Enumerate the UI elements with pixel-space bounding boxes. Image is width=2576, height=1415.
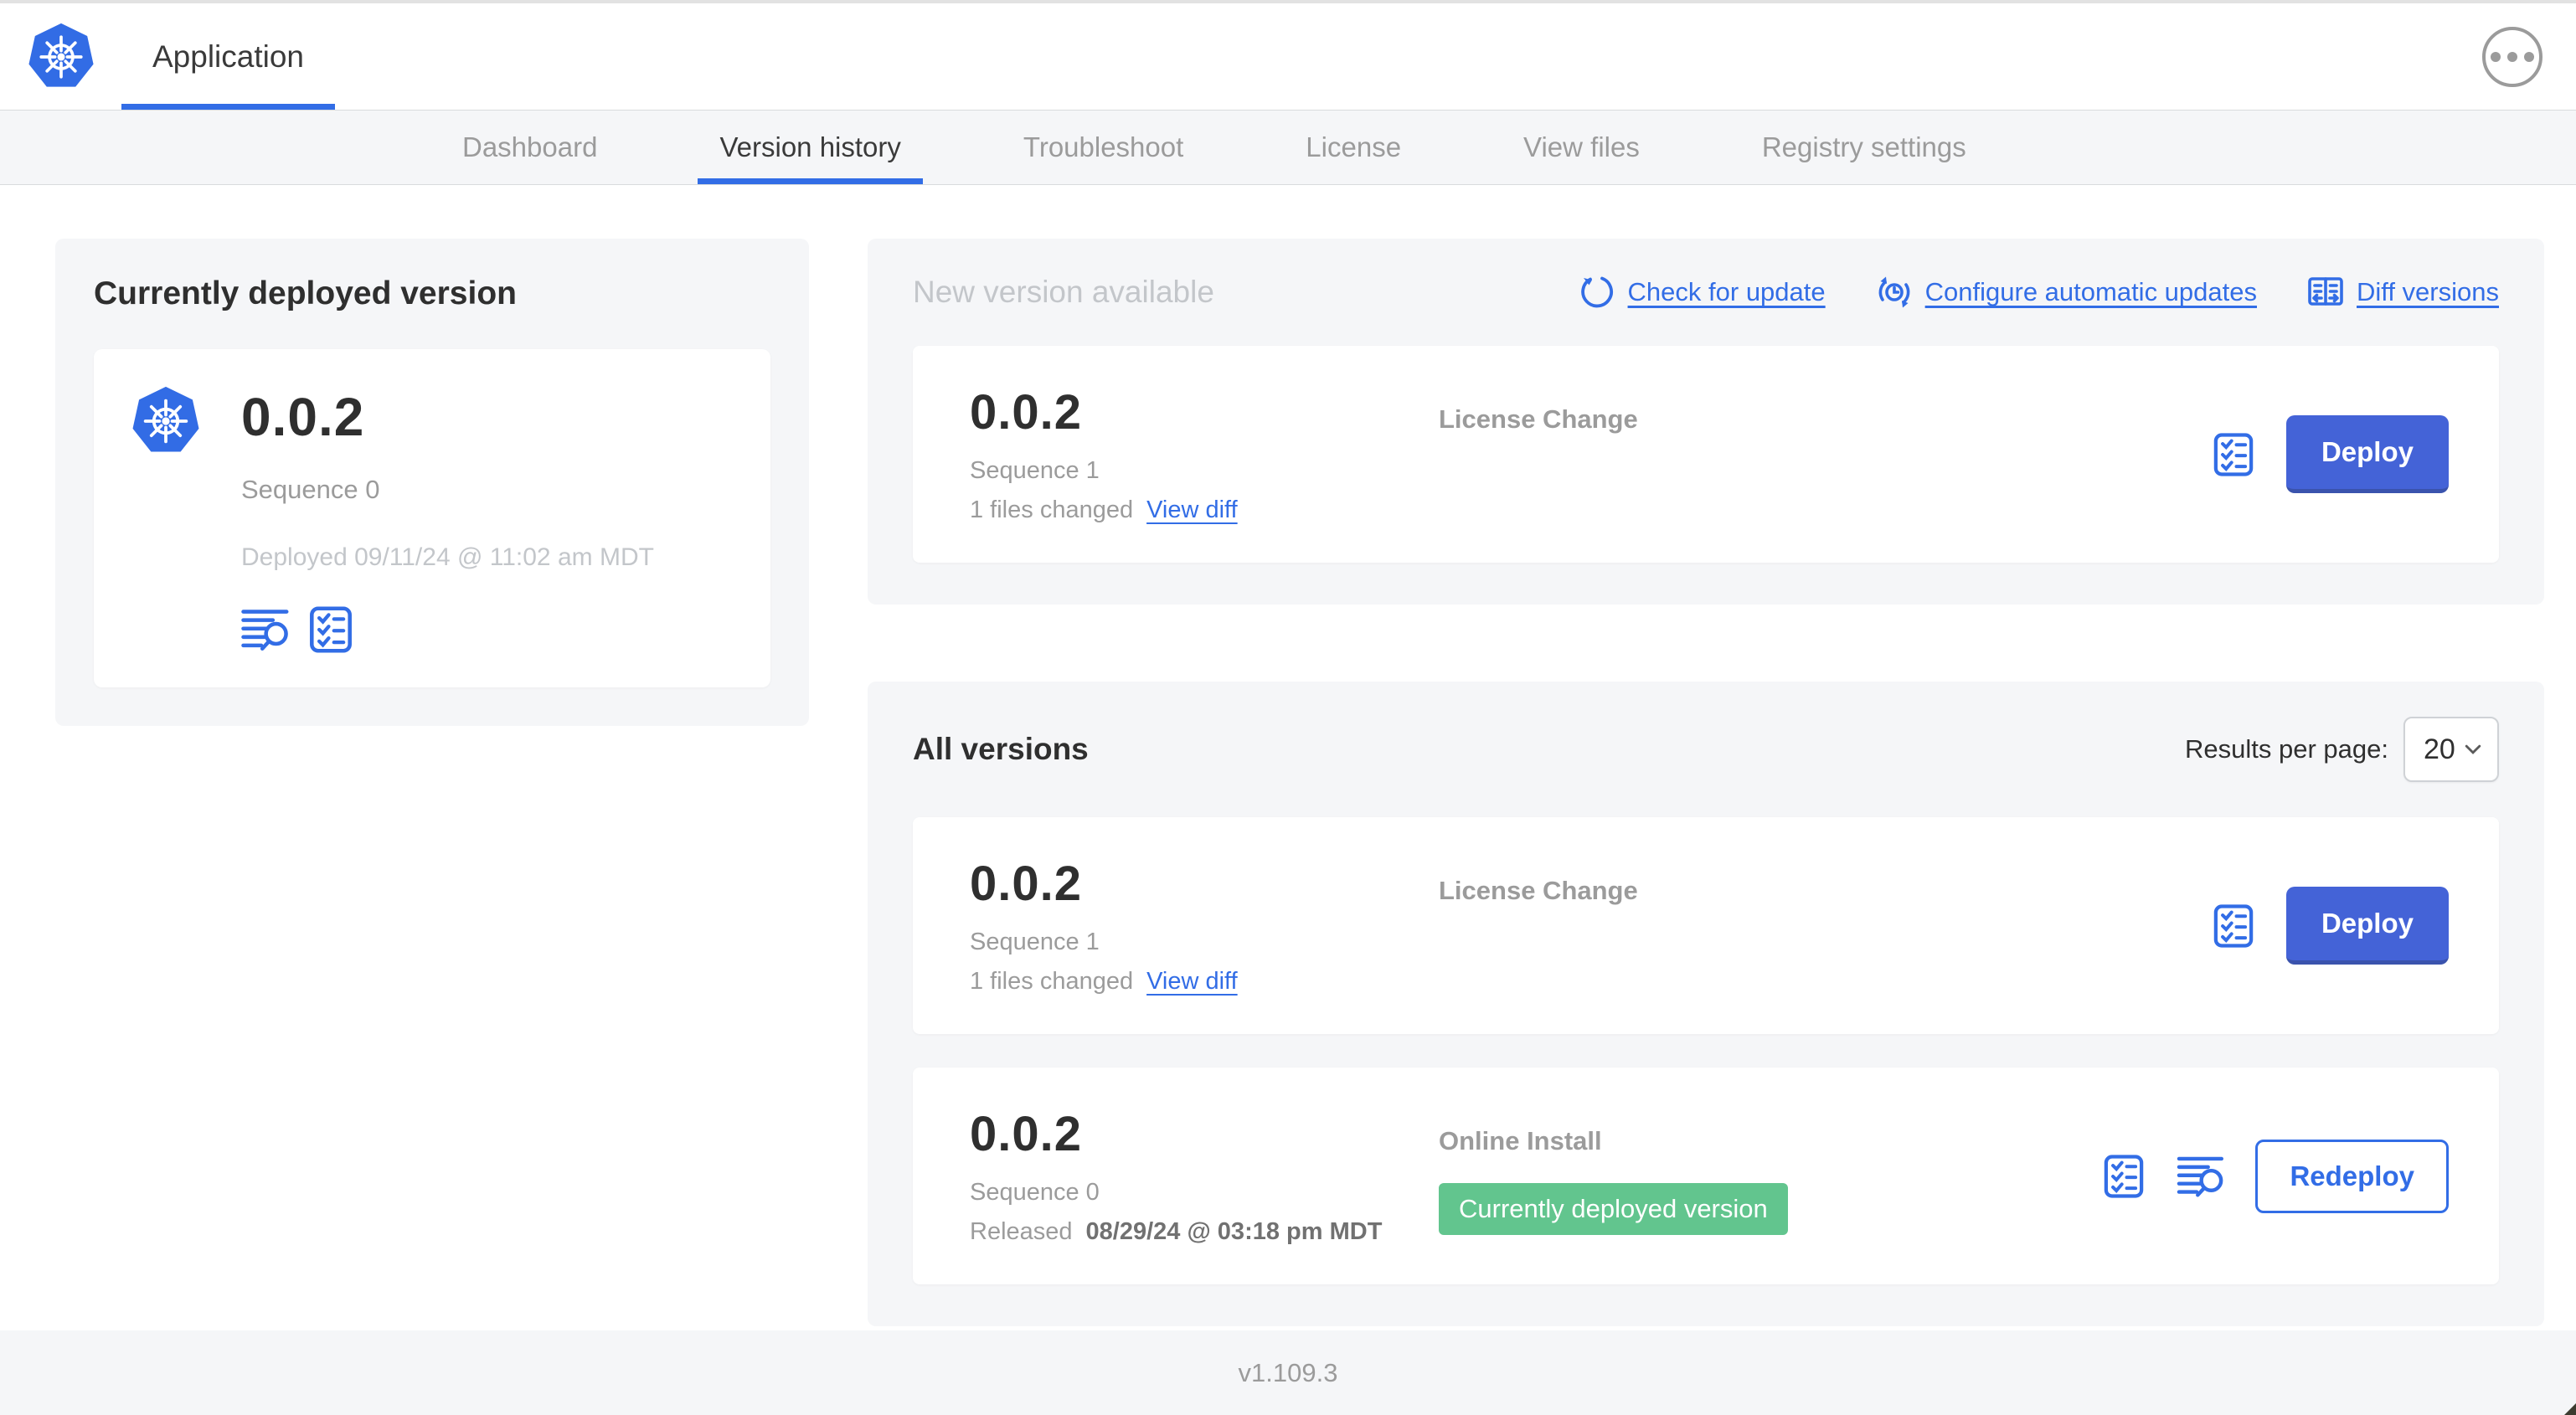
checklist-icon	[2213, 903, 2254, 948]
version-source-label: License Change	[1439, 404, 1638, 434]
version-sequence: Sequence 1	[970, 929, 1100, 955]
files-changed-label: 1 files changed	[970, 968, 1134, 995]
app-footer: v1.109.3	[0, 1330, 2576, 1415]
version-sequence: Sequence 0	[970, 1179, 1100, 1206]
files-changed-label: 1 files changed	[970, 497, 1134, 523]
nav-tab-troubleshoot[interactable]: Troubleshoot	[1023, 111, 1183, 184]
deploy-button[interactable]: Deploy	[2285, 415, 2449, 493]
deployed-sequence: Sequence 0	[241, 475, 380, 504]
version-number: 0.0.2	[970, 857, 1082, 911]
preflight-checks-button[interactable]	[307, 605, 355, 654]
logs-icon	[2177, 1156, 2224, 1197]
new-version-section: New version available Check for update C…	[868, 239, 2544, 605]
kubernetes-logo-icon	[28, 23, 94, 87]
released-date: 08/29/24 @ 03:18 pm MDT	[1085, 1218, 1383, 1245]
view-diff-link[interactable]: View diff	[1146, 497, 1238, 524]
version-row: 0.0.2 Sequence 1 1 files changed View di…	[913, 817, 2499, 1034]
check-for-update-link[interactable]: Check for update	[1579, 274, 1826, 311]
currently-deployed-card: Currently deployed version 0.0.2 Sequenc…	[55, 239, 809, 726]
kubernetes-app-icon	[132, 386, 199, 452]
configure-automatic-updates-link[interactable]: Configure automatic updates	[1876, 274, 2257, 311]
nav-tab-registry-settings[interactable]: Registry settings	[1762, 111, 1966, 184]
checklist-icon	[2105, 1154, 2144, 1198]
nav-tab-view-files[interactable]: View files	[1523, 111, 1640, 184]
version-number: 0.0.2	[970, 1107, 1082, 1161]
view-logs-button[interactable]	[241, 605, 290, 654]
preflight-checks-button[interactable]	[2211, 903, 2256, 949]
main-content: Currently deployed version 0.0.2 Sequenc…	[0, 185, 2576, 1326]
checklist-icon	[2213, 432, 2254, 476]
app-header: Application	[0, 3, 2576, 110]
diff-versions-link[interactable]: Diff versions	[2307, 274, 2499, 311]
currently-deployed-title: Currently deployed version	[94, 275, 517, 311]
view-diff-link[interactable]: View diff	[1146, 968, 1238, 996]
released-label: Released	[970, 1218, 1073, 1245]
results-per-page-label: Results per page:	[2185, 734, 2388, 764]
app-nav: Dashboard Version history Troubleshoot L…	[0, 110, 2576, 185]
console-version: v1.109.3	[1238, 1357, 1338, 1387]
nav-tab-version-history[interactable]: Version history	[698, 111, 924, 184]
checklist-icon	[310, 606, 352, 653]
currently-deployed-badge: Currently deployed version	[1439, 1183, 1788, 1235]
ellipsis-icon	[2491, 51, 2534, 62]
preflight-checks-button[interactable]	[2211, 432, 2256, 477]
deploy-button[interactable]: Deploy	[2285, 887, 2449, 965]
currently-deployed-version-card: 0.0.2 Sequence 0 Deployed 09/11/24 @ 11:…	[94, 349, 770, 687]
new-version-row: 0.0.2 Sequence 1 1 files changed View di…	[913, 346, 2499, 563]
version-row: 0.0.2 Sequence 0 Released 08/29/24 @ 03:…	[913, 1068, 2499, 1284]
version-sequence: Sequence 1	[970, 457, 1100, 484]
all-versions-title: All versions	[913, 732, 1089, 766]
diff-icon	[2308, 277, 2343, 306]
version-source-label: Online Install	[1439, 1126, 1602, 1155]
redeploy-button[interactable]: Redeploy	[2255, 1139, 2449, 1213]
refresh-icon	[1580, 276, 1613, 308]
cursor-artifact	[2564, 1403, 2576, 1415]
chevron-down-icon	[2465, 744, 2481, 754]
preflight-checks-button[interactable]	[2101, 1154, 2146, 1199]
logs-icon	[241, 610, 289, 651]
new-version-title: New version available	[913, 275, 1214, 309]
version-source-label: License Change	[1439, 876, 1638, 905]
version-number: 0.0.2	[970, 385, 1082, 440]
view-logs-button[interactable]	[2177, 1155, 2225, 1198]
results-per-page-select[interactable]: 20	[2403, 717, 2499, 782]
nav-tab-dashboard[interactable]: Dashboard	[462, 111, 597, 184]
deployed-timestamp: Deployed 09/11/24 @ 11:02 am MDT	[241, 543, 654, 571]
application-tab[interactable]: Application	[121, 3, 336, 110]
deployed-version-number: 0.0.2	[241, 387, 365, 447]
more-options-button[interactable]	[2482, 26, 2543, 87]
all-versions-section: All versions Results per page: 20 0.0.2 …	[868, 682, 2544, 1326]
nav-tab-license[interactable]: License	[1306, 111, 1401, 184]
auto-update-icon	[1878, 276, 1910, 308]
